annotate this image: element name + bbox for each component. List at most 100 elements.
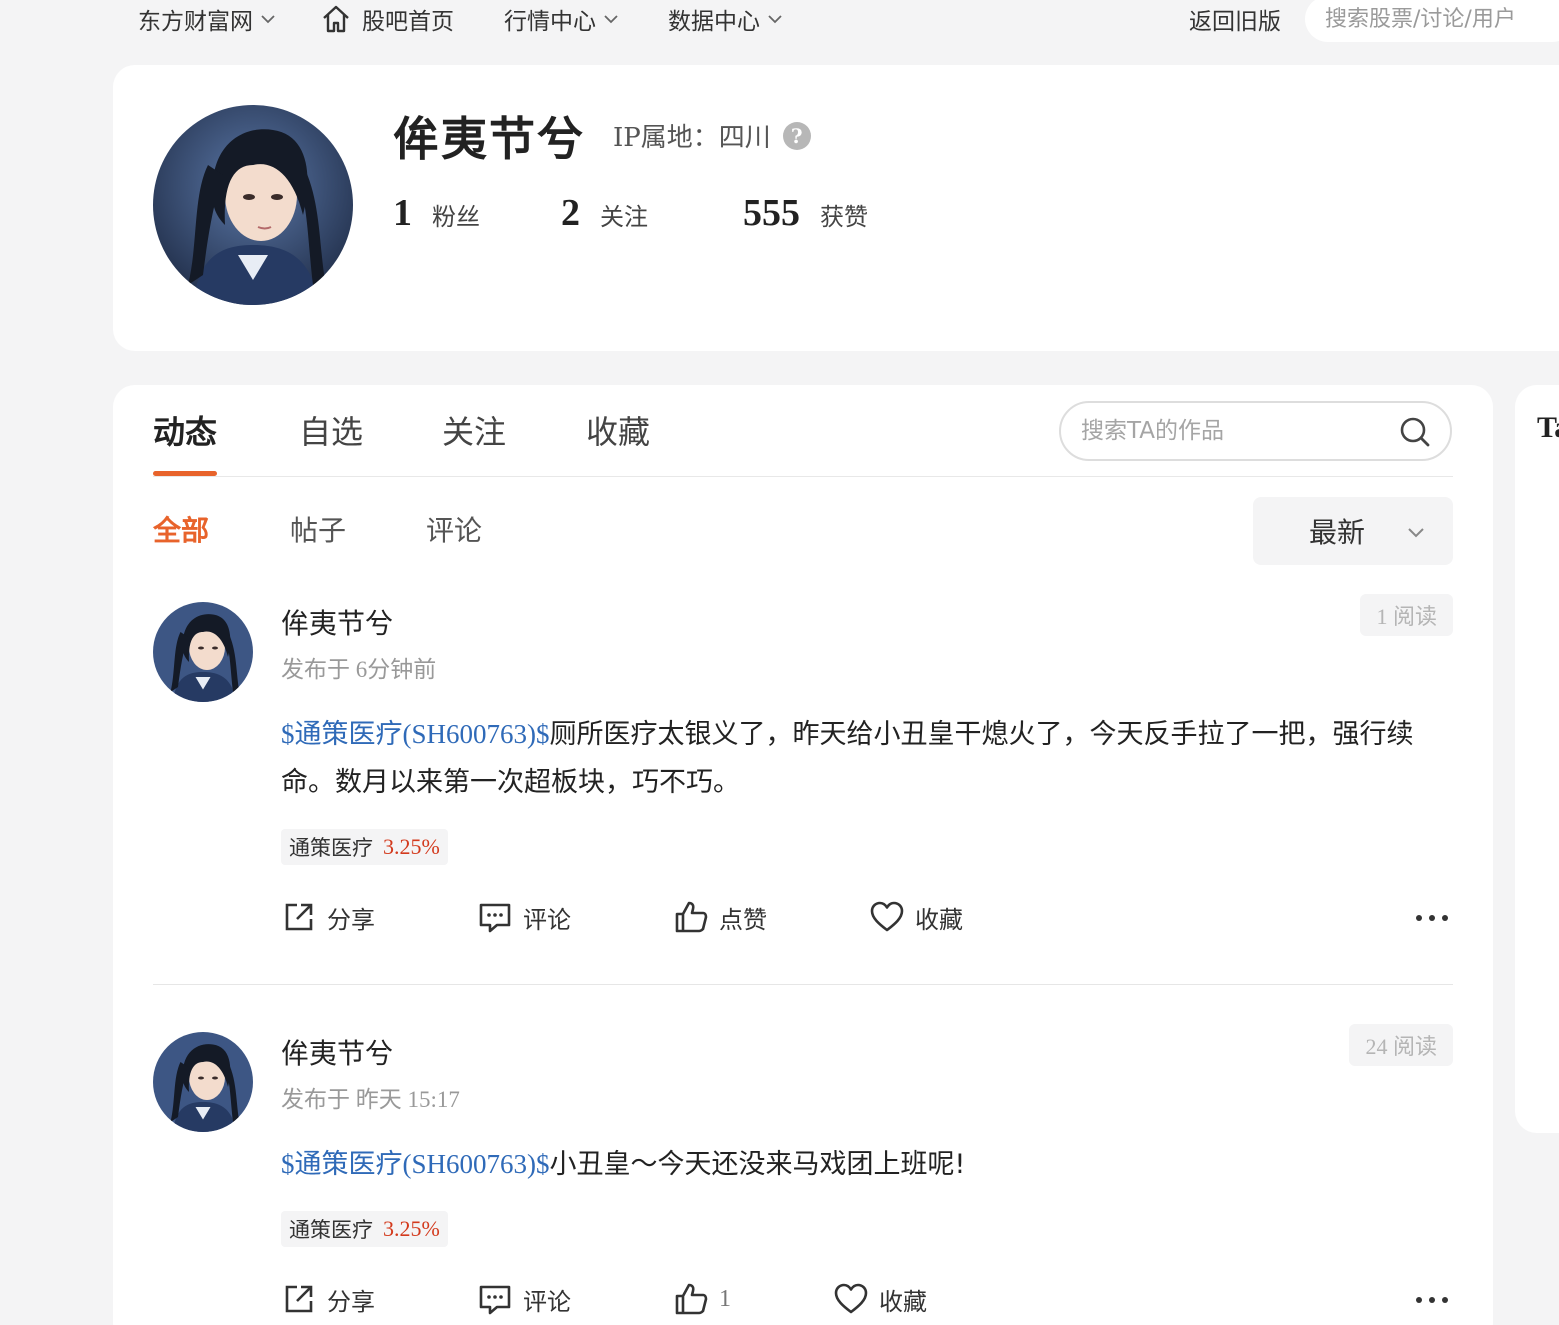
sort-label: 最新 bbox=[1309, 516, 1366, 549]
nav-data-menu[interactable]: 数据中心 bbox=[668, 2, 784, 36]
read-count-badge: 24 阅读 bbox=[1349, 1024, 1453, 1066]
chevron-down-icon bbox=[768, 15, 782, 24]
stock-chip-change: 3.25% bbox=[383, 1216, 440, 1241]
nav-site-menu[interactable]: 东方财富网 bbox=[138, 2, 277, 36]
chevron-down-icon bbox=[261, 15, 275, 24]
favorite-button[interactable]: 收藏 bbox=[833, 1281, 927, 1317]
chevron-down-icon bbox=[1408, 528, 1424, 538]
likes-label: 获赞 bbox=[820, 203, 868, 231]
help-icon[interactable]: ? bbox=[782, 121, 811, 150]
old-version-link[interactable]: 返回旧版 bbox=[1189, 2, 1281, 36]
works-search-input[interactable] bbox=[1081, 418, 1381, 444]
post-author-name[interactable]: 侔夷节兮 bbox=[281, 602, 393, 642]
avatar-image bbox=[153, 1032, 253, 1132]
like-button[interactable]: 点赞 bbox=[673, 899, 767, 935]
tab-favorites[interactable]: 收藏 bbox=[586, 407, 650, 453]
share-button[interactable]: 分享 bbox=[281, 1281, 375, 1317]
thumbs-up-icon bbox=[675, 1283, 708, 1315]
sort-select[interactable]: 最新 bbox=[1253, 497, 1453, 565]
stock-link[interactable]: $通策医疗(SH600763)$ bbox=[281, 1149, 550, 1179]
favorite-label: 收藏 bbox=[915, 905, 963, 934]
old-version-label: 返回旧版 bbox=[1189, 9, 1281, 35]
favorite-label: 收藏 bbox=[879, 1287, 927, 1316]
share-icon bbox=[285, 1285, 313, 1313]
stock-chip[interactable]: 通策医疗 3.25% bbox=[281, 829, 448, 865]
subtab-all[interactable]: 全部 bbox=[153, 509, 209, 549]
tab-following[interactable]: 关注 bbox=[442, 407, 506, 453]
ip-label: IP属地： bbox=[613, 123, 719, 153]
following-count: 2 bbox=[561, 192, 580, 234]
works-search bbox=[1059, 401, 1452, 461]
following-stat[interactable]: 2 关注 bbox=[561, 191, 648, 235]
tab-watchlist[interactable]: 自选 bbox=[299, 407, 363, 453]
feed-card: 动态 自选 关注 收藏 全部 帖子 评论 最新 bbox=[113, 385, 1493, 1325]
post-divider bbox=[153, 984, 1453, 985]
share-button[interactable]: 分享 bbox=[281, 899, 375, 935]
comment-label: 评论 bbox=[523, 1287, 571, 1316]
tab-divider bbox=[153, 476, 1453, 477]
fans-label: 粉丝 bbox=[432, 203, 480, 231]
nav-market-label: 行情中心 bbox=[504, 9, 596, 35]
home-icon bbox=[323, 5, 349, 33]
post-author-avatar[interactable] bbox=[153, 1032, 253, 1132]
post-item: 侔夷节兮 发布于 6分钟前 1 阅读 $通策医疗(SH600763)$厕所医疗太… bbox=[153, 594, 1453, 962]
profile-card: 侔夷节兮 IP属地： 四川 ? 1 粉丝 2 关注 555 获赞 bbox=[113, 65, 1559, 351]
post-author-name[interactable]: 侔夷节兮 bbox=[281, 1032, 393, 1072]
post-content[interactable]: $通策医疗(SH600763)$小丑皇～今天还没来马戏团上班呢! bbox=[281, 1140, 1453, 1189]
avatar-image bbox=[153, 602, 253, 702]
chevron-down-icon bbox=[604, 15, 618, 24]
tab-activity[interactable]: 动态 bbox=[153, 407, 217, 453]
comment-icon bbox=[479, 903, 511, 933]
more-icon[interactable] bbox=[1415, 913, 1449, 923]
profile-name: 侔夷节兮 bbox=[393, 112, 585, 166]
stock-chip[interactable]: 通策医疗 3.25% bbox=[281, 1211, 448, 1247]
nav-market-menu[interactable]: 行情中心 bbox=[504, 2, 620, 36]
post-time: 发布于 昨天 15:17 bbox=[281, 1087, 460, 1112]
likes-count: 555 bbox=[743, 192, 800, 234]
search-icon[interactable] bbox=[1398, 415, 1432, 449]
post-content[interactable]: $通策医疗(SH600763)$厕所医疗太银义了，昨天给小丑皇干熄火了，今天反手… bbox=[281, 710, 1453, 807]
more-icon[interactable] bbox=[1415, 1295, 1449, 1305]
post-text: 小丑皇～今天还没来马戏团上班呢! bbox=[549, 1149, 966, 1180]
side-panel-title: Ta bbox=[1537, 411, 1559, 444]
nav-home-link[interactable]: 股吧首页 bbox=[320, 2, 454, 36]
comment-icon bbox=[479, 1285, 511, 1315]
side-panel: Ta bbox=[1515, 385, 1559, 1133]
like-label: 点赞 bbox=[719, 905, 767, 934]
share-label: 分享 bbox=[327, 1287, 375, 1316]
share-label: 分享 bbox=[327, 905, 375, 934]
likes-stat: 555 获赞 bbox=[743, 191, 868, 235]
top-nav: 东方财富网 股吧首页 行情中心 数据中心 返回旧版 bbox=[0, 0, 1559, 42]
stock-chip-change: 3.25% bbox=[383, 834, 440, 859]
stock-link[interactable]: $通策医疗(SH600763)$ bbox=[281, 719, 550, 749]
like-button[interactable]: 1 bbox=[673, 1281, 731, 1317]
fans-stat[interactable]: 1 粉丝 bbox=[393, 191, 480, 235]
avatar-image bbox=[153, 105, 353, 305]
post-item: 侔夷节兮 发布于 昨天 15:17 24 阅读 $通策医疗(SH600763)$… bbox=[153, 1024, 1453, 1325]
comment-button[interactable]: 评论 bbox=[477, 1281, 571, 1317]
global-search-input[interactable] bbox=[1325, 6, 1545, 32]
share-icon bbox=[285, 903, 313, 931]
subtab-comments[interactable]: 评论 bbox=[426, 509, 482, 549]
heart-icon bbox=[870, 901, 904, 932]
read-count-badge: 1 阅读 bbox=[1360, 594, 1453, 636]
avatar[interactable] bbox=[153, 105, 353, 305]
global-search bbox=[1305, 0, 1559, 42]
comment-button[interactable]: 评论 bbox=[477, 899, 571, 935]
like-count: 1 bbox=[719, 1285, 731, 1312]
following-label: 关注 bbox=[600, 203, 648, 231]
ip-value: 四川 bbox=[718, 123, 771, 153]
subtab-posts[interactable]: 帖子 bbox=[290, 509, 346, 549]
comment-label: 评论 bbox=[523, 905, 571, 934]
thumbs-up-icon bbox=[675, 901, 708, 933]
stock-chip-name: 通策医疗 bbox=[289, 836, 373, 860]
nav-home-label: 股吧首页 bbox=[362, 9, 454, 35]
favorite-button[interactable]: 收藏 bbox=[869, 899, 963, 935]
heart-icon bbox=[834, 1283, 868, 1314]
nav-site-label: 东方财富网 bbox=[138, 9, 253, 35]
fans-count: 1 bbox=[393, 192, 412, 234]
post-author-avatar[interactable] bbox=[153, 602, 253, 702]
stock-chip-name: 通策医疗 bbox=[289, 1218, 373, 1242]
post-time: 发布于 6分钟前 bbox=[281, 657, 437, 682]
ip-location: IP属地： 四川 ? bbox=[613, 117, 811, 154]
